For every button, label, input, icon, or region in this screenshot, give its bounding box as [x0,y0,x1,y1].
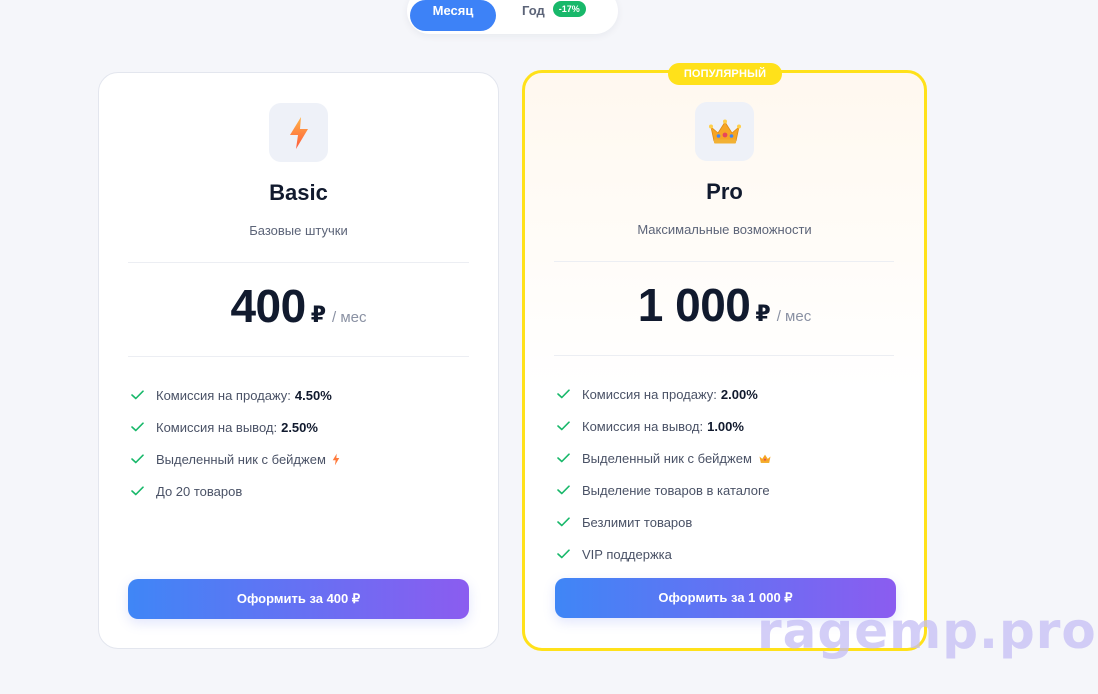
feature-item: Комиссия на продажу: 4.50% [130,379,340,411]
plan-subtitle: Базовые штучки [249,223,348,238]
feature-text: Комиссия на продажу: [582,386,717,402]
divider [128,356,469,357]
feature-text: Выделенный ник с бейджем [156,451,326,467]
feature-item: Выделенный ник с бейджем [130,443,340,475]
feature-text: VIP поддержка [582,546,672,562]
feature-text: Выделение товаров в каталоге [582,482,770,498]
subscribe-basic-button[interactable]: Оформить за 400 ₽ [128,579,469,619]
price-row: 400 ₽ / мес [99,279,498,333]
feature-text: До 20 товаров [156,483,243,499]
crown-icon [758,453,772,464]
check-icon [556,419,570,433]
plan-icon-container [269,103,328,162]
feature-text: Выделенный ник с бейджем [582,450,752,466]
feature-item: Комиссия на продажу: 2.00% [556,378,772,410]
popular-badge: ПОПУЛЯРНЫЙ [668,63,782,85]
crown-icon [708,119,741,143]
feature-item: Выделенный ник с бейджем [556,442,772,474]
feature-list: Комиссия на продажу: 4.50% Комиссия на в… [130,379,340,507]
price-amount: 1 000 [637,279,751,331]
feature-text: Комиссия на вывод: [582,418,704,434]
divider [128,262,469,263]
feature-value: 1.00% [707,418,744,434]
feature-value: 2.00% [720,386,758,402]
check-icon [130,388,144,402]
feature-text: Комиссия на продажу: [156,387,291,403]
toggle-year-button[interactable]: Год -17% [522,0,586,31]
check-icon [556,515,570,529]
check-icon [130,452,144,466]
toggle-year-label: Год [522,3,545,18]
feature-item: Комиссия на вывод: 1.00% [556,410,772,442]
feature-value: 4.50% [294,387,332,403]
check-icon [556,451,570,465]
check-icon [130,484,144,498]
feature-text: Комиссия на вывод: [156,419,278,435]
check-icon [556,547,570,561]
feature-item: Комиссия на вывод: 2.50% [130,411,340,443]
check-icon [130,420,144,434]
lightning-bolt-icon [289,116,308,149]
toggle-month-button[interactable]: Месяц [410,0,496,31]
plan-name: Pro [706,179,743,204]
plan-subtitle: Максимальные возможности [637,222,812,237]
feature-item: Выделение товаров в каталоге [556,474,772,506]
feature-value: 2.50% [281,419,318,435]
price-period: / мес [776,308,812,325]
feature-item: Безлимит товаров [556,506,772,538]
feature-text: Безлимит товаров [582,514,693,530]
price-currency: ₽ [310,302,327,327]
feature-item: VIP поддержка [556,538,772,570]
plan-card-basic: Basic Базовые штучки 400 ₽ / мес Комисси… [98,72,499,649]
toggle-month-label: Месяц [432,3,474,18]
divider [554,355,894,356]
lightning-bolt-icon [332,453,340,466]
check-icon [556,483,570,497]
price-period: / мес [332,309,367,326]
plan-card-pro: ПОПУЛЯРНЫЙ Pro Максимальные возможности … [522,63,927,651]
price-row: 1 000 ₽ / мес [525,278,924,332]
feature-list: Комиссия на продажу: 2.00% Комиссия на в… [556,378,772,570]
plan-icon-container [695,102,754,161]
year-discount-badge: -17% [552,1,586,17]
price-currency: ₽ [755,301,771,326]
plan-name: Basic [269,180,328,205]
divider [554,261,894,262]
feature-item: До 20 товаров [130,475,340,507]
watermark: ragemp.pro [757,602,1097,660]
check-icon [556,387,570,401]
price-amount: 400 [230,280,306,332]
billing-period-toggle: Месяц Год -17% [407,0,618,34]
